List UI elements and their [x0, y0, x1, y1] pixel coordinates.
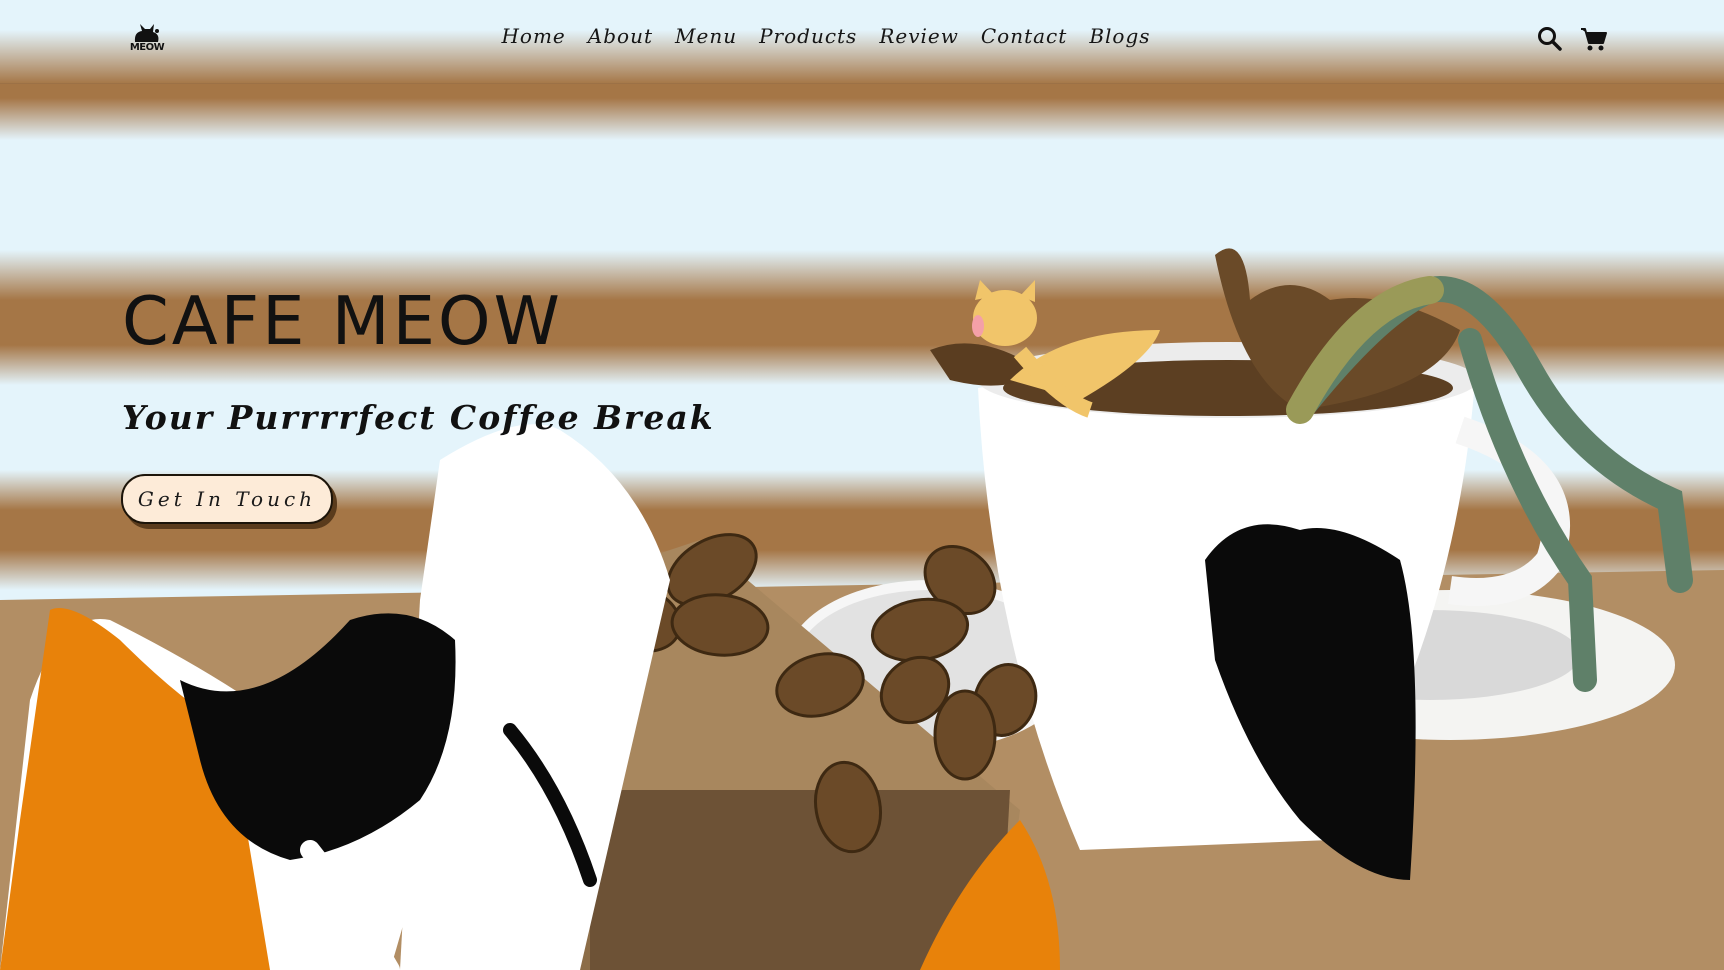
cart-icon[interactable]: [1580, 26, 1608, 56]
nav-link-about[interactable]: About: [588, 24, 653, 48]
nav-link-home[interactable]: Home: [501, 24, 565, 48]
main-nav: Home About Menu Products Review Contact …: [0, 24, 1688, 48]
nav-link-contact[interactable]: Contact: [981, 24, 1067, 48]
nav-link-menu[interactable]: Menu: [675, 24, 737, 48]
top-navbar: MEOW Home About Menu Products Review Con…: [0, 0, 1724, 84]
get-in-touch-button[interactable]: Get In Touch: [121, 474, 333, 524]
nav-link-review[interactable]: Review: [879, 24, 959, 48]
nav-link-blogs[interactable]: Blogs: [1089, 24, 1150, 48]
hero-title: CAFE MEOW: [122, 282, 563, 360]
hero-subtitle: Your Purrrrfect Coffee Break: [122, 398, 715, 437]
search-icon[interactable]: [1537, 26, 1563, 56]
nav-link-products[interactable]: Products: [759, 24, 857, 48]
